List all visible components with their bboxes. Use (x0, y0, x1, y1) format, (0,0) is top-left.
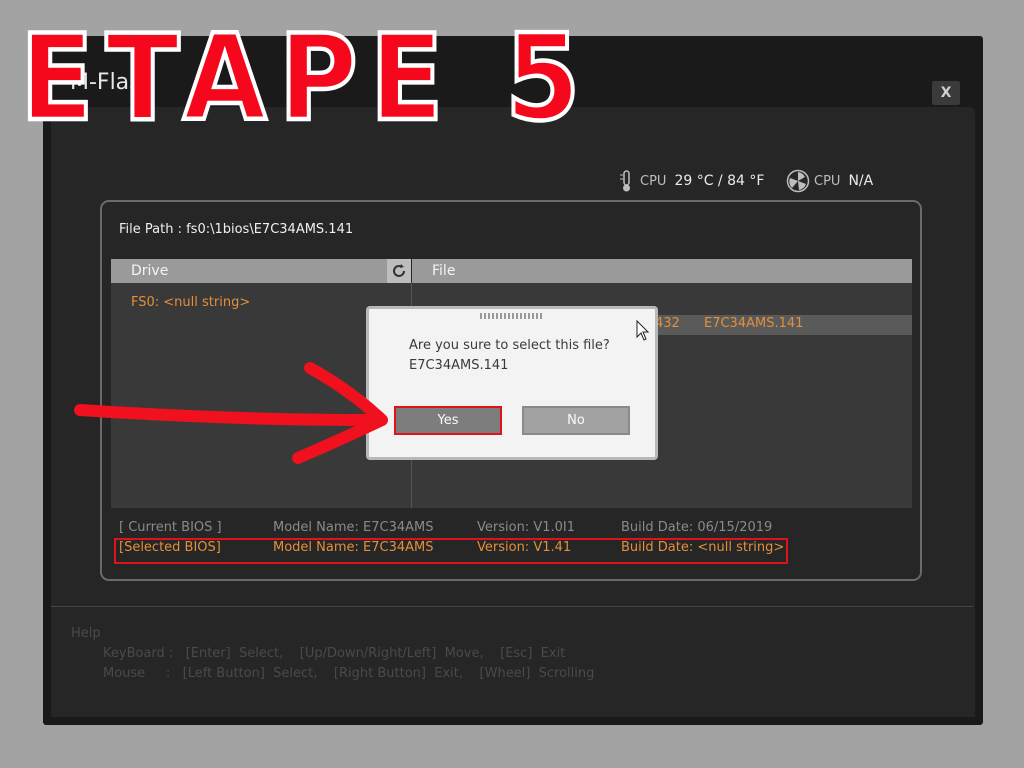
step-heading: ETAPE 5 (18, 10, 593, 148)
